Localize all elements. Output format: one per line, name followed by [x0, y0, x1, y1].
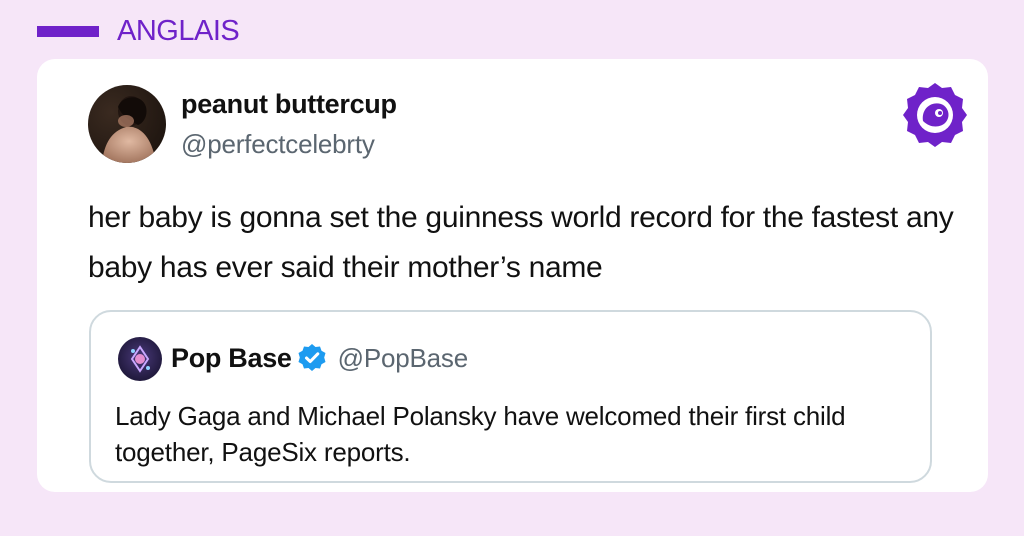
quoted-display-name[interactable]: Pop Base [171, 341, 292, 375]
user-avatar-photo-icon [88, 85, 166, 163]
quoted-tweet[interactable]: Pop Base @PopBase Lady Gaga and Michael … [89, 310, 932, 483]
pop-base-avatar-icon [118, 337, 162, 381]
quoted-tweet-text: Lady Gaga and Michael Polansky have welc… [115, 401, 846, 467]
tweet-text: her baby is gonna set the guinness world… [88, 201, 954, 284]
bird-face-logo-icon [901, 81, 969, 149]
language-label: ANGLAIS [117, 15, 240, 47]
quoted-tweet-header: Pop Base @PopBase [171, 341, 468, 375]
user-handle[interactable]: @perfectcelebrty [181, 128, 375, 160]
tweet-card[interactable]: peanut buttercup @perfectcelebrty her ba… [37, 59, 988, 492]
language-accent-bar [37, 26, 99, 37]
pop-base-avatar[interactable] [118, 337, 162, 381]
user-avatar[interactable] [88, 85, 166, 163]
verified-badge-icon [297, 343, 327, 373]
quoted-handle[interactable]: @PopBase [338, 341, 469, 375]
user-display-name[interactable]: peanut buttercup [181, 88, 397, 120]
